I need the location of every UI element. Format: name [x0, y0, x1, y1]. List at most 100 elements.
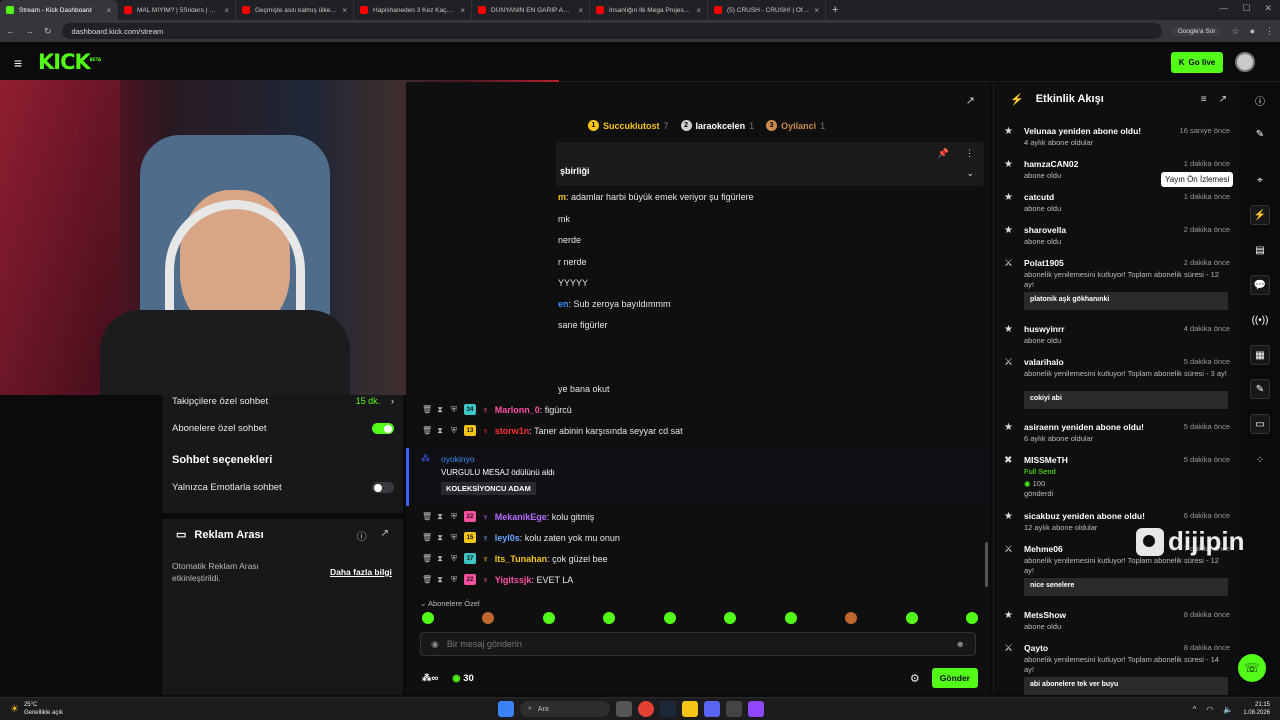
volume-icon[interactable]: 🔈 [1223, 705, 1233, 714]
address-bar[interactable]: dashboard.kick.com/stream [61, 23, 1162, 39]
browser-tab[interactable]: Stream - Kick Dashboard × [0, 0, 118, 20]
popout-icon[interactable]: ↗ [381, 528, 389, 543]
close-window-icon[interactable]: ✕ [1264, 3, 1272, 14]
obs-icon[interactable] [726, 701, 742, 717]
pin-icon[interactable]: 📌 [938, 148, 949, 159]
delete-icon[interactable]: 🗑 [422, 426, 432, 435]
message-username[interactable]: leyl0s [495, 533, 520, 543]
broadcast-icon[interactable]: ((•)) [1250, 310, 1270, 330]
activity-name[interactable]: Mehme06 [1024, 544, 1063, 554]
window-icon[interactable]: ▭ [1250, 414, 1270, 434]
activity-name[interactable]: sicakbuz yeniden abone oldu! [1024, 511, 1145, 521]
activity-name[interactable]: asiraenn yeniden abone oldu! [1024, 422, 1144, 432]
explorer-icon[interactable] [682, 701, 698, 717]
info-icon[interactable]: ⓘ [357, 528, 367, 543]
filter-icon[interactable]: ≡ [1201, 94, 1207, 105]
activity-name[interactable]: Polat1905 [1024, 258, 1064, 268]
emote-icon[interactable] [663, 612, 676, 624]
new-tab-button[interactable]: + [826, 4, 844, 16]
weather-widget[interactable]: ☀ 25°C Genellikle açık [10, 701, 63, 717]
notes-icon[interactable]: ▤ [1250, 240, 1270, 260]
info-icon[interactable]: ⓘ [1250, 90, 1270, 110]
close-tab-icon[interactable]: × [106, 6, 111, 15]
delete-icon[interactable]: 🗑 [422, 405, 432, 414]
send-button[interactable]: Gönder [931, 668, 978, 688]
emote-icon[interactable] [784, 612, 797, 624]
chrome-icon[interactable] [638, 701, 654, 717]
edit-icon[interactable]: ✎ [1250, 124, 1270, 144]
ban-icon[interactable]: ⛨ [450, 405, 458, 415]
maximize-icon[interactable]: ☐ [1242, 3, 1250, 14]
back-icon[interactable]: ← [6, 26, 15, 36]
highlight-user[interactable]: oyokinyo [441, 454, 475, 464]
activity-name[interactable]: valarihalo [1024, 357, 1064, 367]
followers-only-row[interactable]: Takipçilere özel sohbet 15 dk. › [172, 396, 394, 407]
message-username-fragment[interactable]: m [558, 192, 566, 202]
channel-points[interactable]: ◉ 30 [452, 673, 474, 684]
ban-icon[interactable]: ⛨ [450, 575, 458, 585]
close-tab-icon[interactable]: × [224, 6, 229, 15]
kick-logo[interactable]: KICKBETA [38, 50, 101, 74]
ban-icon[interactable]: ⛨ [450, 426, 458, 436]
emote-icon[interactable] [603, 612, 616, 624]
ban-icon[interactable]: ⛨ [450, 512, 458, 522]
delete-icon[interactable]: 🗑 [422, 554, 432, 563]
discord-icon[interactable] [704, 701, 720, 717]
activity-name[interactable]: hamzaCAN02 [1024, 159, 1078, 169]
top-gifter[interactable]: 1 Succuklutost 7 [588, 120, 669, 131]
browser-tab[interactable]: DÜNYANIN EN GARİP ADASINI × [472, 0, 590, 20]
minimize-icon[interactable]: — [1219, 3, 1228, 14]
close-tab-icon[interactable]: × [578, 6, 583, 15]
activity-name[interactable]: Velunaa yeniden abone oldu! [1024, 126, 1141, 136]
clock[interactable]: 21:15 1.08.2026 [1243, 701, 1270, 717]
close-tab-icon[interactable]: × [342, 6, 347, 15]
reload-icon[interactable]: ↻ [44, 26, 52, 37]
points-reward-icon[interactable]: ◉ [431, 639, 439, 650]
emote-icon[interactable] [724, 612, 737, 624]
avatar[interactable] [1235, 52, 1255, 72]
settings-gear-icon[interactable]: ⚙ [910, 672, 920, 685]
activity-name[interactable]: huswyinrr [1024, 324, 1065, 334]
browser-tab[interactable]: MAL MIYIM? | 5Sriders | Motosik × [118, 0, 236, 20]
timeout-icon[interactable]: ⧗ [436, 533, 444, 543]
bookmark-star-icon[interactable]: ☆ [1231, 26, 1239, 37]
timeout-icon[interactable]: ⧗ [436, 512, 444, 522]
profile-icon[interactable]: ● [1250, 26, 1255, 37]
taskbar-search[interactable]: ⌕ Ara [520, 701, 610, 717]
ban-icon[interactable]: ⛨ [450, 533, 458, 543]
emote-icon[interactable] [965, 612, 978, 624]
message-username[interactable]: Its_Tunahan [495, 554, 547, 564]
ban-icon[interactable]: ⛨ [450, 554, 458, 564]
chevron-down-icon[interactable]: ⌄ [966, 168, 974, 179]
activity-rail-icon[interactable]: ⚡ [1250, 205, 1270, 225]
close-tab-icon[interactable]: × [814, 6, 819, 15]
activity-name[interactable]: MISSMeTH [1024, 455, 1068, 465]
browser-tab[interactable]: İnsanlığın İlk Mega Projesi Göb × [590, 0, 708, 20]
chat-rail-icon[interactable]: 💬 [1250, 275, 1270, 295]
tools-icon[interactable]: ✎ [1250, 379, 1270, 399]
browser-menu-icon[interactable]: ⋮ [1265, 26, 1274, 37]
google-lens-button[interactable]: Google'a Sor [1171, 26, 1222, 36]
browser-tab[interactable]: Hapishaneden 3 Kez Kaçan Adam × [354, 0, 472, 20]
browser-tab[interactable]: (5) CRUSH - CRUSH! | Official M × [708, 0, 826, 20]
forward-icon[interactable]: → [25, 26, 34, 36]
emote-icon[interactable] [542, 612, 555, 624]
close-tab-icon[interactable]: × [696, 6, 701, 15]
activity-name[interactable]: catcutd [1024, 192, 1054, 202]
top-gifter[interactable]: 3 Oyilanci 1 [766, 120, 825, 131]
app-icon[interactable] [748, 701, 764, 717]
preview-icon[interactable]: ⌖ [1250, 170, 1270, 190]
message-username[interactable]: Marlonn_0 [495, 405, 540, 415]
message-username[interactable]: Yigitssjk [495, 575, 532, 585]
emote-icon[interactable] [905, 612, 918, 624]
activity-name[interactable]: sharovella [1024, 225, 1066, 235]
pinned-message[interactable]: şbirliği 📌 ⋮ ⌄ [556, 142, 984, 186]
delete-icon[interactable]: 🗑 [422, 512, 432, 521]
message-username-fragment[interactable]: en [558, 299, 569, 309]
timeout-icon[interactable]: ⧗ [436, 426, 444, 436]
subscribers-only-toggle[interactable] [372, 423, 394, 434]
emotes-only-toggle[interactable] [372, 482, 394, 493]
more-options-icon[interactable]: ⋮ [965, 148, 974, 159]
layout-icon[interactable]: ▦ [1250, 345, 1270, 365]
chat-scrollbar[interactable] [985, 542, 988, 587]
